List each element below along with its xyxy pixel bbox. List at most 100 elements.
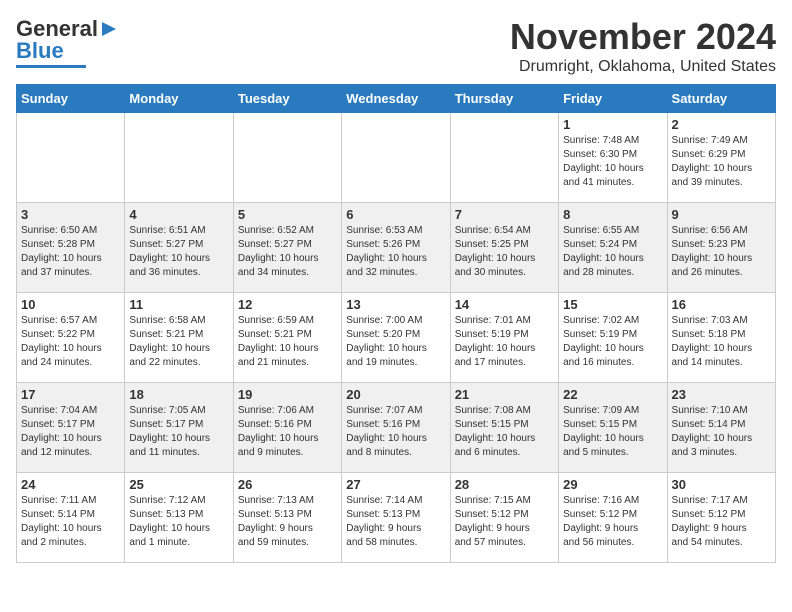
day-number: 18 <box>129 387 228 402</box>
calendar-cell: 16 Sunrise: 7:03 AM Sunset: 5:18 PM Dayli… <box>667 293 775 383</box>
calendar-cell: 6 Sunrise: 6:53 AM Sunset: 5:26 PM Daylig… <box>342 203 450 293</box>
day-number: 13 <box>346 297 445 312</box>
calendar-cell: 20Sunrise: 7:07 AM Sunset: 5:16 PM Dayli… <box>342 383 450 473</box>
day-info: Sunrise: 6:53 AM Sunset: 5:26 PM Dayligh… <box>346 224 445 280</box>
day-info: Sunrise: 7:13 AM Sunset: 5:13 PM Dayligh… <box>238 494 337 550</box>
header-day-friday: Friday <box>559 85 667 113</box>
day-info: Sunrise: 7:07 AM Sunset: 5:16 PM Dayligh… <box>346 404 445 460</box>
day-number: 10 <box>21 297 120 312</box>
calendar-cell <box>450 113 558 203</box>
day-info: Sunrise: 6:54 AM Sunset: 5:25 PM Dayligh… <box>455 224 554 280</box>
day-info: Sunrise: 6:50 AM Sunset: 5:28 PM Dayligh… <box>21 224 120 280</box>
main-title: November 2024 <box>510 16 776 58</box>
calendar-cell: 14 Sunrise: 7:01 AM Sunset: 5:19 PM Dayli… <box>450 293 558 383</box>
header-day-saturday: Saturday <box>667 85 775 113</box>
day-number: 7 <box>455 207 554 222</box>
day-info: Sunrise: 6:57 AM Sunset: 5:22 PM Dayligh… <box>21 314 120 370</box>
day-number: 16 <box>672 297 771 312</box>
day-info: Sunrise: 7:01 AM Sunset: 5:19 PM Dayligh… <box>455 314 554 370</box>
header-day-thursday: Thursday <box>450 85 558 113</box>
day-number: 22 <box>563 387 662 402</box>
day-number: 5 <box>238 207 337 222</box>
calendar-cell: 25Sunrise: 7:12 AM Sunset: 5:13 PM Dayli… <box>125 473 233 563</box>
day-number: 17 <box>21 387 120 402</box>
day-info: Sunrise: 7:49 AM Sunset: 6:29 PM Dayligh… <box>672 134 771 190</box>
calendar-cell: 7 Sunrise: 6:54 AM Sunset: 5:25 PM Daylig… <box>450 203 558 293</box>
day-info: Sunrise: 7:05 AM Sunset: 5:17 PM Dayligh… <box>129 404 228 460</box>
header-day-tuesday: Tuesday <box>233 85 341 113</box>
calendar-cell: 26 Sunrise: 7:13 AM Sunset: 5:13 PM Dayli… <box>233 473 341 563</box>
calendar-cell: 29 Sunrise: 7:16 AM Sunset: 5:12 PM Dayli… <box>559 473 667 563</box>
day-number: 28 <box>455 477 554 492</box>
subtitle: Drumright, Oklahoma, United States <box>510 58 776 76</box>
logo-blue: Blue <box>16 38 64 64</box>
calendar-cell: 9Sunrise: 6:56 AM Sunset: 5:23 PM Daylig… <box>667 203 775 293</box>
calendar-cell: 8 Sunrise: 6:55 AM Sunset: 5:24 PM Daylig… <box>559 203 667 293</box>
day-number: 14 <box>455 297 554 312</box>
calendar-cell: 21 Sunrise: 7:08 AM Sunset: 5:15 PM Dayli… <box>450 383 558 473</box>
day-number: 6 <box>346 207 445 222</box>
calendar-cell: 22 Sunrise: 7:09 AM Sunset: 5:15 PM Dayli… <box>559 383 667 473</box>
calendar-cell: 4 Sunrise: 6:51 AM Sunset: 5:27 PM Daylig… <box>125 203 233 293</box>
page-header: General Blue November 2024 Drumright, Ok… <box>16 16 776 76</box>
day-info: Sunrise: 7:03 AM Sunset: 5:18 PM Dayligh… <box>672 314 771 370</box>
calendar-cell: 23Sunrise: 7:10 AM Sunset: 5:14 PM Dayli… <box>667 383 775 473</box>
day-number: 1 <box>563 117 662 132</box>
calendar-cell: 10 Sunrise: 6:57 AM Sunset: 5:22 PM Dayli… <box>17 293 125 383</box>
calendar-cell: 18 Sunrise: 7:05 AM Sunset: 5:17 PM Dayli… <box>125 383 233 473</box>
day-info: Sunrise: 7:02 AM Sunset: 5:19 PM Dayligh… <box>563 314 662 370</box>
day-number: 26 <box>238 477 337 492</box>
day-number: 29 <box>563 477 662 492</box>
day-info: Sunrise: 6:56 AM Sunset: 5:23 PM Dayligh… <box>672 224 771 280</box>
day-number: 8 <box>563 207 662 222</box>
week-row-3: 10 Sunrise: 6:57 AM Sunset: 5:22 PM Dayli… <box>17 293 776 383</box>
week-row-1: 1 Sunrise: 7:48 AM Sunset: 6:30 PM Daylig… <box>17 113 776 203</box>
day-number: 23 <box>672 387 771 402</box>
day-number: 11 <box>129 297 228 312</box>
calendar-cell: 13 Sunrise: 7:00 AM Sunset: 5:20 PM Dayli… <box>342 293 450 383</box>
calendar-cell: 28 Sunrise: 7:15 AM Sunset: 5:12 PM Dayli… <box>450 473 558 563</box>
day-info: Sunrise: 7:06 AM Sunset: 5:16 PM Dayligh… <box>238 404 337 460</box>
day-info: Sunrise: 6:58 AM Sunset: 5:21 PM Dayligh… <box>129 314 228 370</box>
day-info: Sunrise: 7:09 AM Sunset: 5:15 PM Dayligh… <box>563 404 662 460</box>
day-info: Sunrise: 7:08 AM Sunset: 5:15 PM Dayligh… <box>455 404 554 460</box>
week-row-5: 24Sunrise: 7:11 AM Sunset: 5:14 PM Dayli… <box>17 473 776 563</box>
calendar-cell <box>342 113 450 203</box>
day-number: 25 <box>129 477 228 492</box>
day-info: Sunrise: 7:48 AM Sunset: 6:30 PM Dayligh… <box>563 134 662 190</box>
logo: General Blue <box>16 16 120 68</box>
day-info: Sunrise: 7:16 AM Sunset: 5:12 PM Dayligh… <box>563 494 662 550</box>
day-number: 27 <box>346 477 445 492</box>
calendar-table: SundayMondayTuesdayWednesdayThursdayFrid… <box>16 84 776 563</box>
week-row-2: 3Sunrise: 6:50 AM Sunset: 5:28 PM Daylig… <box>17 203 776 293</box>
day-number: 30 <box>672 477 771 492</box>
calendar-cell: 30 Sunrise: 7:17 AM Sunset: 5:12 PM Dayli… <box>667 473 775 563</box>
day-info: Sunrise: 6:55 AM Sunset: 5:24 PM Dayligh… <box>563 224 662 280</box>
day-info: Sunrise: 6:52 AM Sunset: 5:27 PM Dayligh… <box>238 224 337 280</box>
calendar-cell: 15 Sunrise: 7:02 AM Sunset: 5:19 PM Dayli… <box>559 293 667 383</box>
calendar-cell <box>233 113 341 203</box>
day-info: Sunrise: 7:00 AM Sunset: 5:20 PM Dayligh… <box>346 314 445 370</box>
header-day-sunday: Sunday <box>17 85 125 113</box>
day-number: 15 <box>563 297 662 312</box>
logo-underline <box>16 65 86 68</box>
calendar-cell: 2 Sunrise: 7:49 AM Sunset: 6:29 PM Daylig… <box>667 113 775 203</box>
day-number: 2 <box>672 117 771 132</box>
day-info: Sunrise: 7:11 AM Sunset: 5:14 PM Dayligh… <box>21 494 120 550</box>
header-row: SundayMondayTuesdayWednesdayThursdayFrid… <box>17 85 776 113</box>
day-number: 19 <box>238 387 337 402</box>
week-row-4: 17Sunrise: 7:04 AM Sunset: 5:17 PM Dayli… <box>17 383 776 473</box>
day-info: Sunrise: 6:51 AM Sunset: 5:27 PM Dayligh… <box>129 224 228 280</box>
calendar-cell: 1 Sunrise: 7:48 AM Sunset: 6:30 PM Daylig… <box>559 113 667 203</box>
day-number: 21 <box>455 387 554 402</box>
header-day-monday: Monday <box>125 85 233 113</box>
day-info: Sunrise: 7:14 AM Sunset: 5:13 PM Dayligh… <box>346 494 445 550</box>
calendar-cell: 12Sunrise: 6:59 AM Sunset: 5:21 PM Dayli… <box>233 293 341 383</box>
day-info: Sunrise: 7:15 AM Sunset: 5:12 PM Dayligh… <box>455 494 554 550</box>
calendar-cell: 24Sunrise: 7:11 AM Sunset: 5:14 PM Dayli… <box>17 473 125 563</box>
day-info: Sunrise: 7:17 AM Sunset: 5:12 PM Dayligh… <box>672 494 771 550</box>
day-number: 4 <box>129 207 228 222</box>
calendar-cell: 17Sunrise: 7:04 AM Sunset: 5:17 PM Dayli… <box>17 383 125 473</box>
calendar-cell: 27 Sunrise: 7:14 AM Sunset: 5:13 PM Dayli… <box>342 473 450 563</box>
logo-icon <box>98 18 120 40</box>
